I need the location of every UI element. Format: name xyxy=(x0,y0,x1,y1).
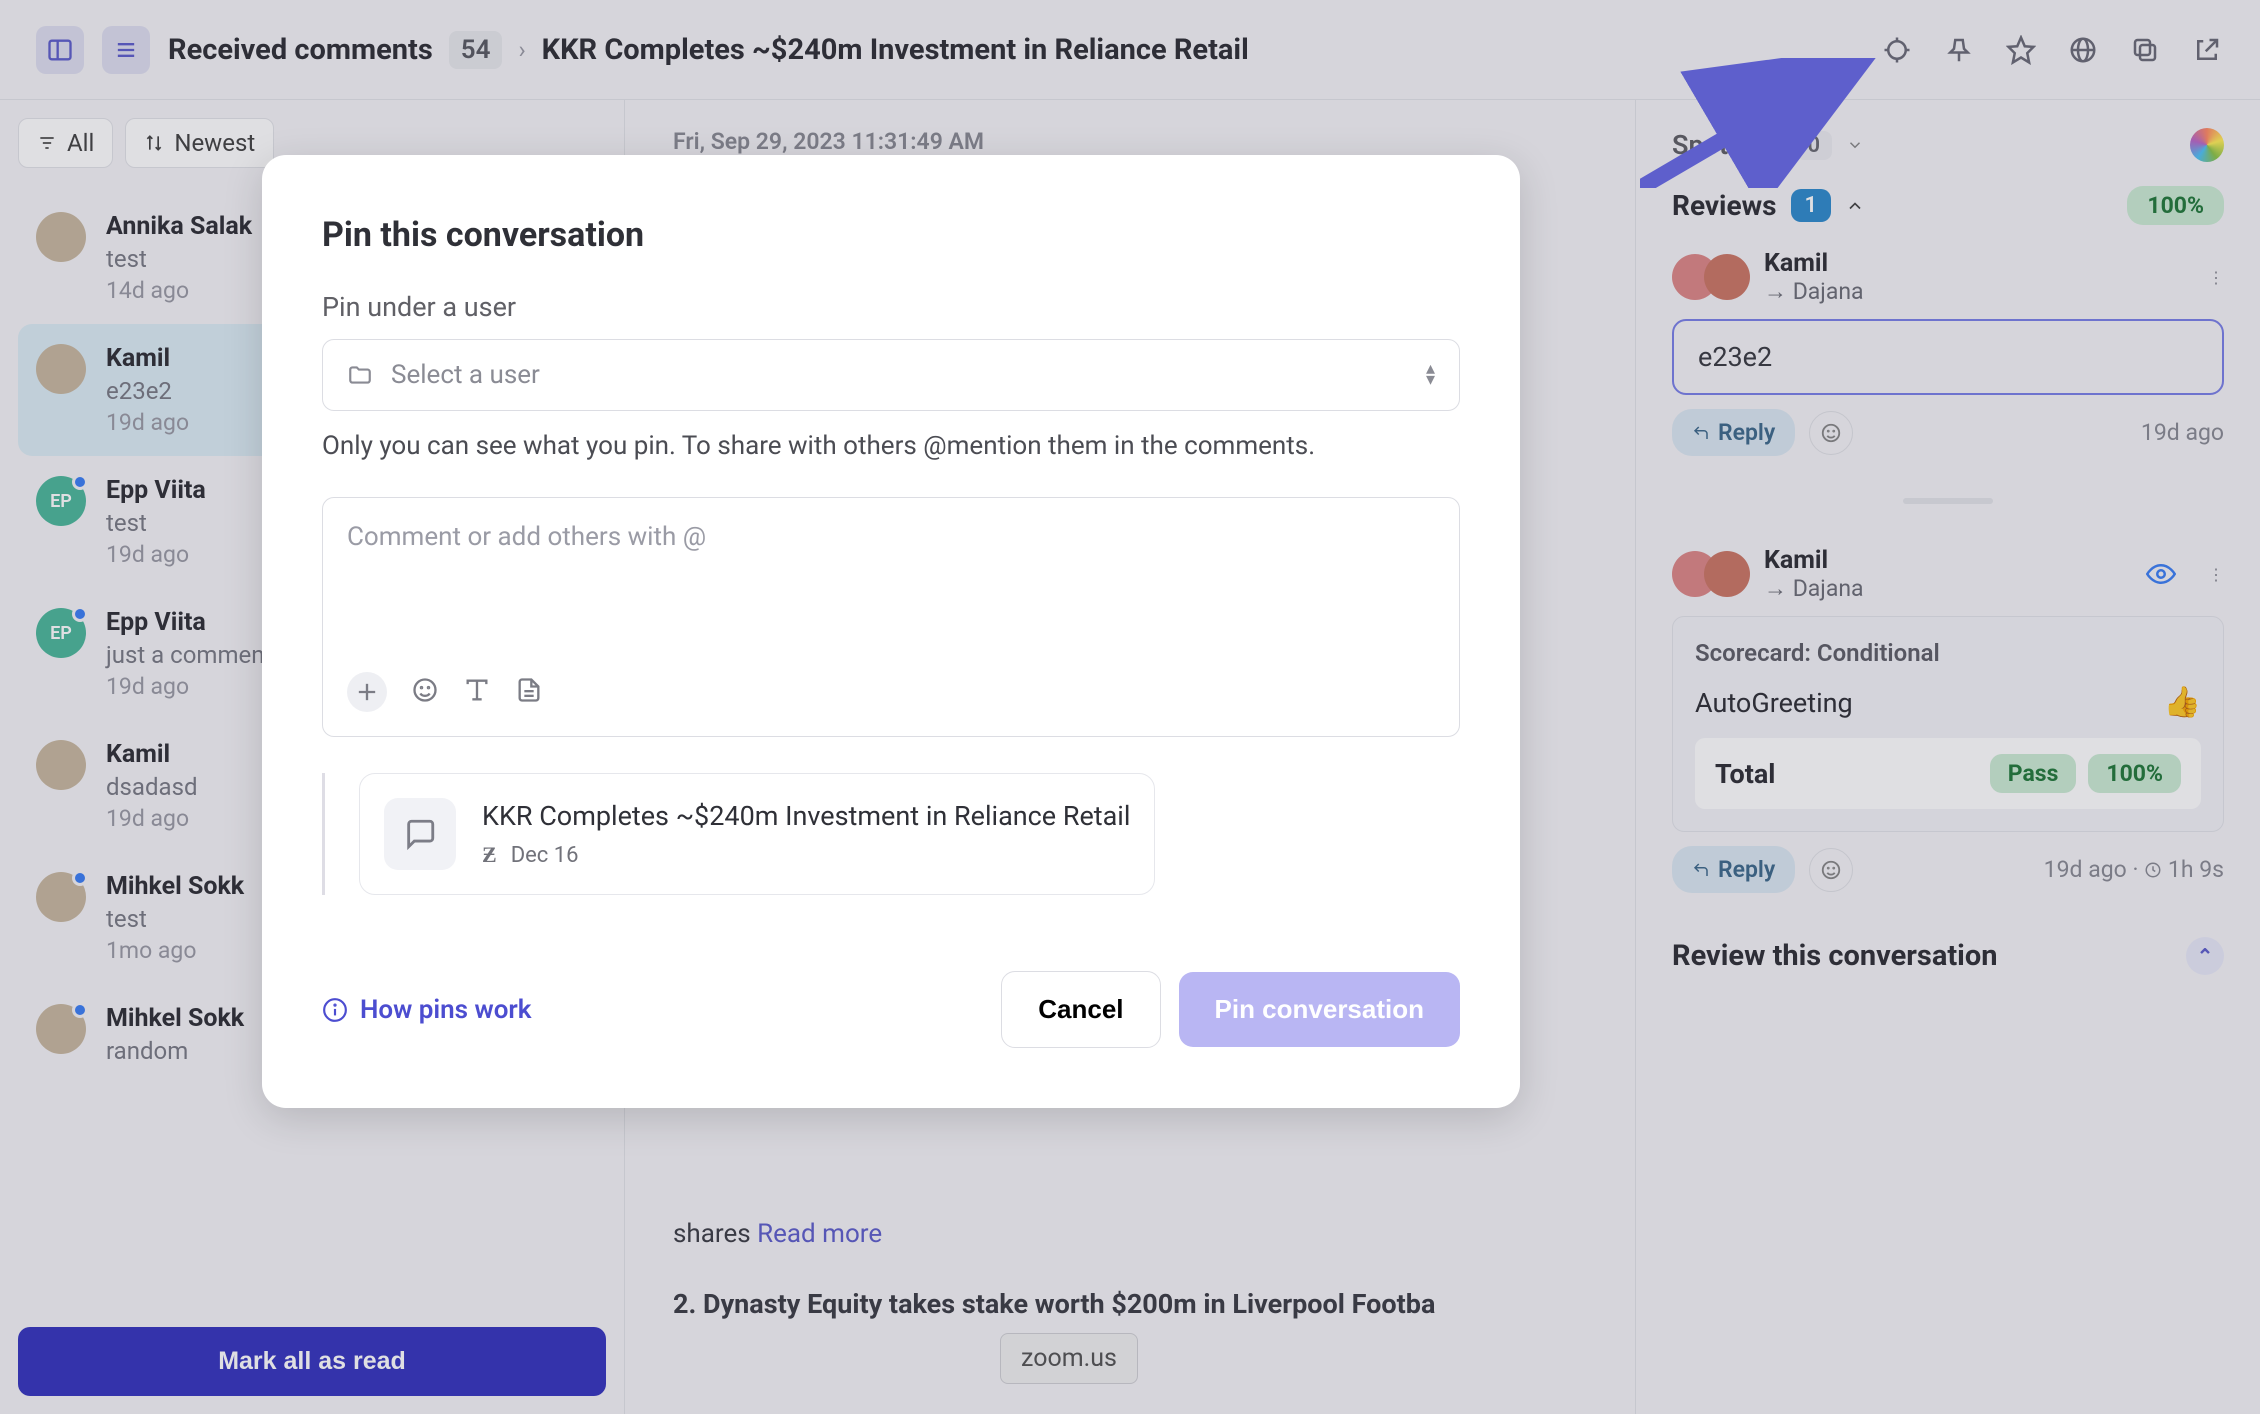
user-select[interactable]: Select a user ▴▾ xyxy=(322,339,1460,411)
linked-conversation: KKR Completes ~$240m Investment in Relia… xyxy=(322,773,1460,895)
how-pins-work-link[interactable]: How pins work xyxy=(322,995,532,1025)
zendesk-icon: Ƶ xyxy=(482,842,497,868)
info-icon xyxy=(322,997,348,1023)
pin-conversation-button[interactable]: Pin conversation xyxy=(1179,972,1461,1047)
pin-note: Only you can see what you pin. To share … xyxy=(322,431,1460,461)
cancel-button[interactable]: Cancel xyxy=(1001,971,1160,1048)
pin-under-label: Pin under a user xyxy=(322,291,1460,323)
add-attachment-button[interactable] xyxy=(347,672,387,712)
emoji-button[interactable] xyxy=(411,676,439,708)
select-placeholder: Select a user xyxy=(391,360,540,390)
select-chevrons-icon: ▴▾ xyxy=(1426,364,1435,386)
document-button[interactable] xyxy=(515,676,543,708)
modal-title: Pin this conversation xyxy=(322,215,1460,255)
linked-title: KKR Completes ~$240m Investment in Relia… xyxy=(482,800,1130,832)
message-icon xyxy=(384,798,456,870)
text-format-button[interactable] xyxy=(463,676,491,708)
comment-input[interactable]: Comment or add others with @ xyxy=(322,497,1460,737)
folder-icon xyxy=(347,362,373,388)
comment-placeholder: Comment or add others with @ xyxy=(347,522,1435,552)
linked-date: Dec 16 xyxy=(511,843,579,868)
pin-modal: Pin this conversation Pin under a user S… xyxy=(262,155,1520,1108)
